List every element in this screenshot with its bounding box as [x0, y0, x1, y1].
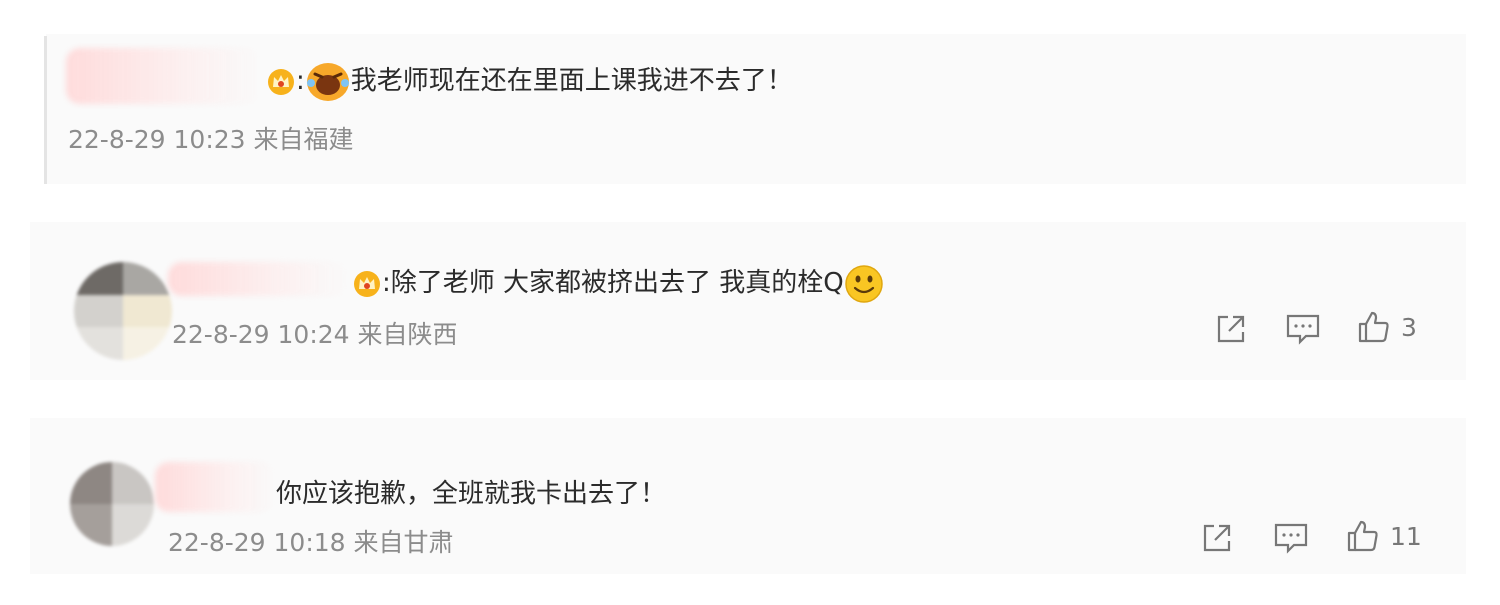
comment-icon	[1274, 523, 1308, 554]
comment-2-time: 22-8-29 10:24	[172, 320, 350, 349]
comment-2-line: :除了老师 大家都被挤出去了 我真的栓Q	[352, 262, 884, 304]
share-icon	[1217, 315, 1245, 343]
like-button-2[interactable]: 3	[1357, 310, 1417, 344]
thumbs-up-icon	[1347, 520, 1378, 552]
comment-1-text: 我老师现在还在里面上课我进不去了！	[350, 66, 793, 96]
smiley-emoji-icon	[845, 264, 883, 303]
share-button-2[interactable]	[1214, 312, 1248, 346]
quote-bar	[44, 36, 47, 184]
comment-1-location: 来自福建	[253, 125, 354, 154]
like-button-3[interactable]: 11	[1346, 519, 1422, 553]
like-count-2: 3	[1401, 312, 1417, 342]
comment-2-meta: 22-8-29 10:24 来自陕西	[172, 315, 458, 351]
laughing-emoji-icon	[306, 62, 349, 101]
like-count-3: 11	[1390, 521, 1422, 551]
comment-1-meta: 22-8-29 10:23 来自福建	[68, 120, 354, 156]
comment-3-location: 来自甘肃	[353, 528, 454, 557]
crown-badge-icon	[268, 68, 294, 95]
share-button-3[interactable]	[1200, 521, 1234, 555]
share-icon	[1203, 524, 1231, 552]
avatar-2[interactable]	[74, 262, 172, 360]
reply-button-3[interactable]	[1273, 521, 1309, 555]
comment-3-time: 22-8-29 10:18	[168, 528, 346, 557]
comment-1-line: : 我老师现在还在里面上课我进不去了！	[266, 60, 793, 103]
comment-2-location: 来自陕西	[357, 320, 458, 349]
username-2-blurred[interactable]	[168, 262, 348, 296]
comment-icon	[1286, 314, 1320, 345]
username-3-blurred[interactable]	[155, 462, 275, 512]
separator-2: :	[382, 268, 391, 298]
reply-button-2[interactable]	[1285, 312, 1321, 346]
crown-badge-icon	[354, 270, 380, 297]
separator-1: :	[296, 66, 305, 96]
comment-3-meta: 22-8-29 10:18 来自甘肃	[168, 523, 454, 559]
username-1-blurred[interactable]	[66, 48, 261, 104]
comment-2-text: 除了老师 大家都被挤出去了 我真的栓Q	[390, 268, 844, 298]
thumbs-up-icon	[1358, 311, 1389, 343]
avatar-3[interactable]	[70, 462, 154, 546]
comment-3-text: 你应该抱歉，全班就我卡出去了！	[276, 479, 667, 509]
comment-1-time: 22-8-29 10:23	[68, 125, 246, 154]
